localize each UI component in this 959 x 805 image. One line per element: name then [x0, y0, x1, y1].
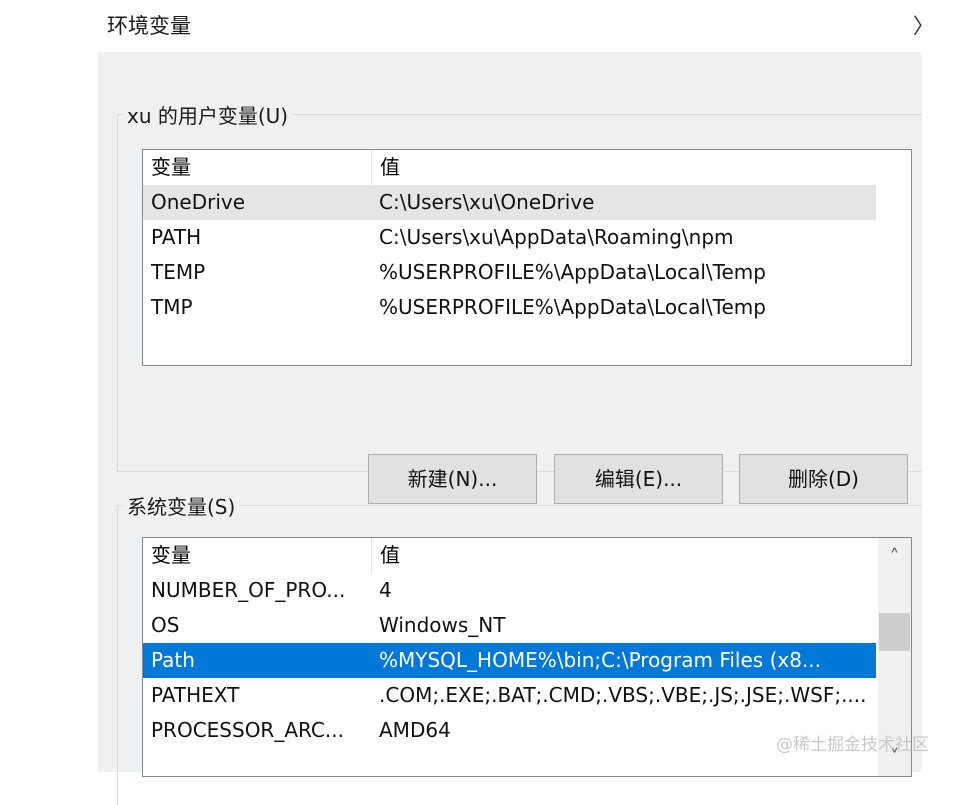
variable-value-cell: %USERPROFILE%\AppData\Local\Temp: [379, 260, 766, 284]
table-row[interactable]: NUMBER_OF_PRO... 4: [143, 573, 876, 608]
variable-value-cell: %MYSQL_HOME%\bin;C:\Program Files (x8...: [379, 648, 822, 672]
user-new-button[interactable]: 新建(N)...: [368, 454, 537, 504]
table-row[interactable]: TEMP %USERPROFILE%\AppData\Local\Temp: [143, 255, 876, 290]
user-delete-button[interactable]: 删除(D): [739, 454, 908, 504]
close-icon[interactable]: 〉: [913, 10, 934, 40]
user-variables-group: xu 的用户变量(U) 变量 值 OneDrive C:\Users\xu\One…: [117, 100, 922, 504]
table-row[interactable]: Path %MYSQL_HOME%\bin;C:\Program Files (x…: [143, 643, 876, 678]
column-header-value[interactable]: 值: [371, 538, 876, 573]
variable-name-cell: PATH: [151, 225, 202, 249]
variable-value-cell: C:\Users\xu\OneDrive: [379, 190, 595, 214]
variable-name-cell: TMP: [151, 295, 193, 319]
variable-name-cell: NUMBER_OF_PRO...: [151, 578, 346, 602]
variable-value-cell: %USERPROFILE%\AppData\Local\Temp: [379, 295, 766, 319]
user-list-header: 变量 值: [143, 150, 876, 185]
table-row[interactable]: PROCESSOR_ARC... AMD64: [143, 713, 876, 748]
environment-variables-dialog: xu 的用户变量(U) 变量 值 OneDrive C:\Users\xu\One…: [98, 52, 922, 805]
watermark: @稀土掘金技术社区: [776, 735, 929, 755]
column-header-name[interactable]: 变量: [143, 150, 371, 185]
system-variables-label: 系统变量(S): [123, 491, 240, 520]
system-list-header: 变量 值: [143, 538, 876, 573]
variable-name-cell: TEMP: [151, 260, 206, 284]
user-variables-label: xu 的用户变量(U): [123, 100, 293, 129]
column-header-value[interactable]: 值: [371, 150, 876, 185]
variable-name-cell: OneDrive: [151, 190, 246, 214]
variable-value-cell: .COM;.EXE;.BAT;.CMD;.VBS;.VBE;.JS;.JSE;.…: [379, 683, 867, 707]
variable-name-cell: PROCESSOR_ARC...: [151, 718, 344, 742]
system-variables-group: 系统变量(S) 变量 值 NUMBER_OF_PRO... 4 OS Windows_…: [117, 491, 922, 805]
table-row[interactable]: PATH C:\Users\xu\AppData\Roaming\npm: [143, 220, 876, 255]
variable-value-cell: C:\Users\xu\AppData\Roaming\npm: [379, 225, 734, 249]
chevron-up-icon[interactable]: ˄: [878, 538, 911, 576]
scrollbar-thumb[interactable]: [879, 613, 910, 651]
table-row[interactable]: TMP %USERPROFILE%\AppData\Local\Temp: [143, 290, 876, 325]
variable-name-cell: PATHEXT: [151, 683, 240, 707]
variable-name-cell: OS: [151, 613, 180, 637]
table-row[interactable]: PATHEXT .COM;.EXE;.BAT;.CMD;.VBS;.VBE;.JS…: [143, 678, 876, 713]
window-title: 环境变量: [107, 14, 191, 38]
table-row[interactable]: OneDrive C:\Users\xu\OneDrive: [143, 185, 876, 220]
table-row[interactable]: OS Windows_NT: [143, 608, 876, 643]
variable-name-cell: Path: [151, 648, 195, 672]
column-header-name[interactable]: 变量: [143, 538, 371, 573]
variable-value-cell: Windows_NT: [379, 613, 506, 637]
user-edit-button[interactable]: 编辑(E)...: [554, 454, 723, 504]
variable-value-cell: 4: [379, 578, 392, 602]
user-variables-list[interactable]: 变量 值 OneDrive C:\Users\xu\OneDrive PATH C:\…: [142, 149, 912, 366]
